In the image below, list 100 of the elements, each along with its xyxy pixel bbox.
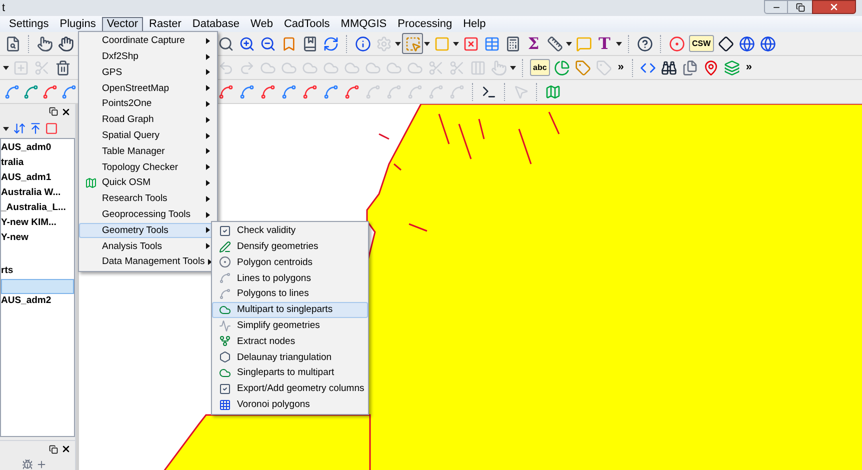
- submenu-arrow-icon: [206, 164, 210, 170]
- nodes-icon: [219, 335, 231, 348]
- menu-item[interactable]: Coordinate Capture: [79, 33, 217, 49]
- menu-item[interactable]: Spatial Query: [79, 128, 217, 144]
- layer-name: tralia: [1, 158, 24, 168]
- submenu-arrow-icon: [206, 38, 210, 44]
- toolbar-overflow-button[interactable]: »: [614, 57, 627, 78]
- check-icon: [219, 224, 231, 237]
- layer-name: AUS_adm1: [1, 173, 52, 183]
- layer-name: Y-new: [1, 233, 28, 243]
- caret-icon[interactable]: [424, 42, 430, 46]
- submenu-arrow-icon: [206, 243, 210, 250]
- menu-item[interactable]: Simplify geometries: [212, 318, 368, 334]
- caret-icon[interactable]: [3, 126, 9, 131]
- arrow-up-icon[interactable]: [29, 122, 42, 136]
- window-title: t: [1, 2, 6, 14]
- layer-item[interactable]: Y-new: [1, 230, 74, 246]
- menu-bar-item[interactable]: Vector: [102, 16, 144, 32]
- tool-button[interactable]: CSW: [689, 35, 714, 52]
- menu-item[interactable]: Export/Add geometry columns: [212, 380, 368, 397]
- sort-arrows-icon[interactable]: [13, 122, 26, 136]
- grid-icon: [219, 398, 231, 411]
- hexagon-icon: [219, 351, 231, 364]
- circles-icon: [219, 256, 231, 268]
- blob-icon: [219, 304, 231, 316]
- square-icon[interactable]: [45, 122, 58, 136]
- tool-button[interactable]: T: [594, 33, 615, 54]
- menu-bar-item[interactable]: Help: [458, 16, 491, 32]
- menu-item[interactable]: Polygons to lines: [212, 286, 368, 302]
- menu-item[interactable]: Road Graph: [79, 112, 217, 128]
- layer-item[interactable]: rts: [1, 264, 74, 279]
- layer-name: AUS_adm2: [1, 296, 52, 306]
- layer-name: _Australia_L...: [1, 203, 66, 213]
- select-icon[interactable]: [402, 33, 423, 54]
- layer-item[interactable]: AUS_adm2: [1, 294, 74, 309]
- submenu-arrow-icon: [206, 148, 210, 154]
- caret-icon[interactable]: [3, 66, 9, 70]
- submenu-arrow-icon: [206, 212, 210, 218]
- submenu-arrow-icon: [206, 101, 210, 108]
- caret-icon[interactable]: [395, 42, 401, 46]
- menu-bar-item[interactable]: MMQGIS: [336, 16, 392, 32]
- caret-icon[interactable]: [566, 42, 572, 46]
- menu-bar-item[interactable]: Web: [246, 16, 278, 32]
- close-icon[interactable]: [61, 444, 71, 454]
- menu-item[interactable]: Research Tools: [79, 190, 217, 207]
- menu-bar-item[interactable]: Raster: [144, 16, 186, 32]
- layer-item[interactable]: tralia: [1, 156, 74, 171]
- menu-item[interactable]: Points2One: [79, 96, 217, 112]
- submenu-arrow-icon: [206, 132, 210, 139]
- menu-item[interactable]: Densify geometries: [212, 238, 368, 255]
- close-icon[interactable]: [61, 106, 71, 117]
- caret-icon[interactable]: [510, 66, 516, 70]
- submenu-arrow-icon: [206, 180, 210, 186]
- loop-icon: [219, 272, 231, 284]
- submenu-arrow-icon: [208, 259, 212, 266]
- submenu-arrow-icon: [206, 196, 210, 202]
- blob-icon: [219, 367, 231, 380]
- layer-item[interactable]: Y-new KIM...: [1, 216, 74, 231]
- layer-item[interactable]: Australia W...: [1, 186, 74, 201]
- float-panel-icon[interactable]: [49, 444, 58, 454]
- layer-item[interactable]: AUS_adm0: [1, 140, 74, 156]
- layer-item[interactable]: _Australia_L...: [1, 200, 74, 216]
- menu-bar-item[interactable]: Settings: [4, 16, 54, 32]
- submenu-arrow-icon: [206, 54, 210, 60]
- menu-item[interactable]: Multipart to singleparts: [212, 302, 368, 318]
- close-icon: [829, 2, 839, 12]
- menu-item[interactable]: Lines to polygons: [212, 270, 368, 286]
- menu-item[interactable]: GPS: [79, 64, 217, 80]
- menu-bar-item[interactable]: Processing: [392, 16, 458, 32]
- menu-item[interactable]: Table Manager: [79, 144, 217, 160]
- wave-icon: [219, 320, 231, 332]
- restore-button[interactable]: [788, 0, 812, 14]
- menu-item[interactable]: Delaunay triangulation: [212, 349, 368, 366]
- caret-icon[interactable]: [453, 42, 459, 46]
- layer-item[interactable]: AUS_adm1: [1, 170, 74, 186]
- tool-button[interactable]: Σ: [523, 33, 544, 54]
- close-button[interactable]: [812, 0, 856, 14]
- layer-name: rts: [1, 266, 14, 276]
- menu-item[interactable]: Singleparts to multipart: [212, 365, 368, 381]
- menu-item[interactable]: Quick OSM: [79, 175, 217, 191]
- menu-item[interactable]: Extract nodes: [212, 334, 368, 350]
- layer-name: Australia W...: [1, 188, 61, 198]
- menu-bar-item[interactable]: CadTools: [278, 16, 335, 32]
- menu-item[interactable]: Topology Checker: [79, 159, 217, 176]
- menu-item[interactable]: OpenStreetMap: [79, 80, 217, 96]
- tool-button[interactable]: abc: [530, 59, 550, 76]
- menu-item[interactable]: Voronoi polygons: [212, 396, 368, 413]
- caret-icon[interactable]: [616, 42, 622, 46]
- menu-item[interactable]: Dxf2Shp: [79, 48, 217, 65]
- toolbar-overflow-button[interactable]: »: [742, 57, 756, 78]
- menu-bar-item[interactable]: Plugins: [54, 16, 101, 32]
- panel-tool-icon[interactable]: [36, 459, 47, 470]
- panel-tool-icon[interactable]: [22, 459, 33, 470]
- loop-icon: [219, 288, 231, 300]
- layer-item[interactable]: [1, 278, 74, 294]
- menu-bar-item[interactable]: Database: [187, 16, 245, 32]
- menu-item[interactable]: Polygon centroids: [212, 254, 368, 270]
- menu-item[interactable]: Geoprocessing Tools: [79, 206, 217, 223]
- float-panel-icon[interactable]: [49, 107, 58, 116]
- submenu-arrow-icon: [206, 227, 210, 234]
